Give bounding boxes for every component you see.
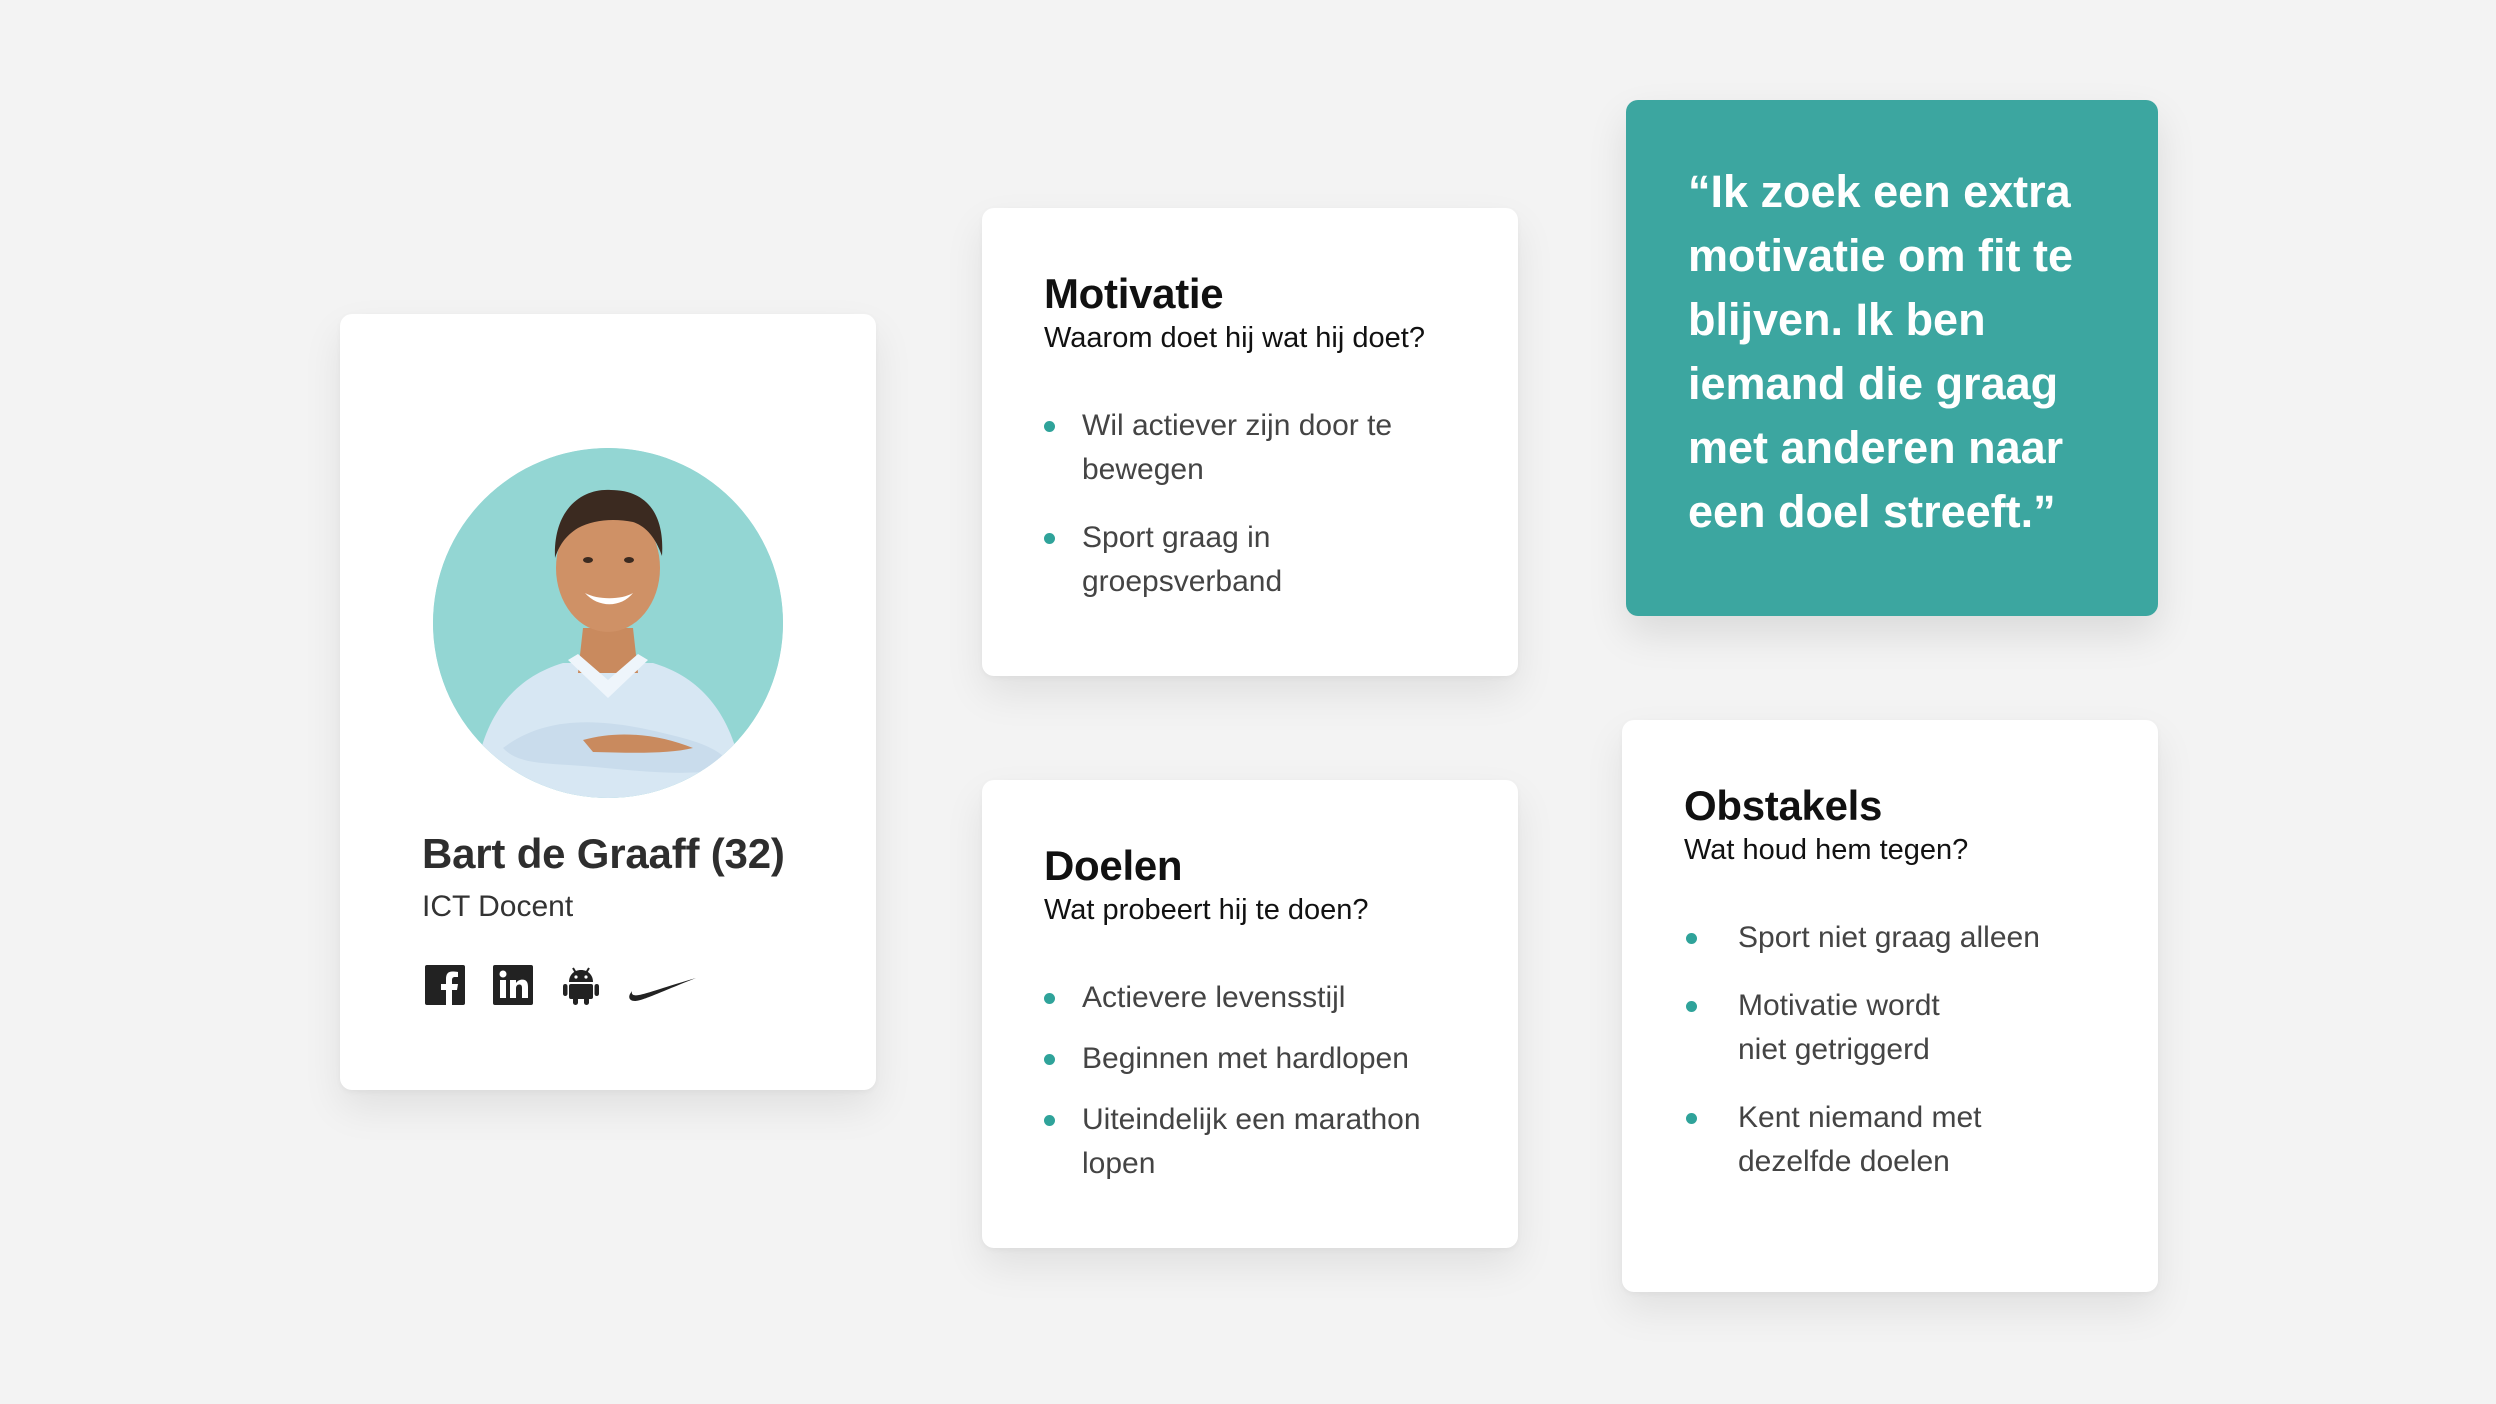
avatar — [433, 448, 783, 798]
list-item: Sport graag in groepsverband — [1044, 516, 1392, 604]
list-item: Actievere levensstijl — [1044, 976, 1421, 1020]
card-subtitle: Waarom doet hij wat hij doet? — [1044, 322, 1425, 354]
facebook-icon[interactable] — [424, 964, 466, 1006]
list-item: Sport niet graag alleen — [1686, 916, 2040, 960]
list-item: Kent niemand met dezelfde doelen — [1686, 1096, 2040, 1184]
persona-name: Bart de Graaff (32) — [422, 830, 785, 877]
card-subtitle: Wat probeert hij te doen? — [1044, 894, 1369, 926]
list-item: Beginnen met hardlopen — [1044, 1037, 1421, 1081]
obstakels-list: Sport niet graag alleen Motivatie wordt n… — [1686, 916, 2040, 1208]
obstakels-card: Obstakels Wat houd hem tegen? Sport niet… — [1622, 720, 2158, 1292]
motivatie-list: Wil actiever zijn door te bewegen Sport g… — [1044, 404, 1392, 628]
linkedin-icon[interactable] — [492, 964, 534, 1006]
card-subtitle: Wat houd hem tegen? — [1684, 834, 1969, 866]
quote-text: “Ik zoek een extra motivatie om fit te b… — [1688, 166, 2074, 537]
doelen-list: Actievere levensstijl Beginnen met hardl… — [1044, 976, 1421, 1210]
list-item: Motivatie wordt niet getriggerd — [1686, 984, 2040, 1072]
doelen-card: Doelen Wat probeert hij te doen? Actieve… — [982, 780, 1518, 1248]
motivatie-card: Motivatie Waarom doet hij wat hij doet? … — [982, 208, 1518, 676]
card-title: Motivatie — [1044, 270, 1224, 317]
persona-profile-card: Bart de Graaff (32) ICT Docent — [340, 314, 876, 1090]
quote-card: “Ik zoek een extra motivatie om fit te b… — [1626, 100, 2158, 616]
android-icon[interactable] — [560, 964, 602, 1006]
card-title: Doelen — [1044, 842, 1183, 889]
list-item: Wil actiever zijn door te bewegen — [1044, 404, 1392, 492]
persona-role: ICT Docent — [422, 890, 574, 923]
social-links — [424, 964, 698, 1006]
nike-icon[interactable] — [628, 964, 698, 1006]
person-photo-icon — [433, 448, 783, 798]
list-item: Uiteindelijk een marathon lopen — [1044, 1098, 1421, 1186]
card-title: Obstakels — [1684, 782, 1883, 829]
